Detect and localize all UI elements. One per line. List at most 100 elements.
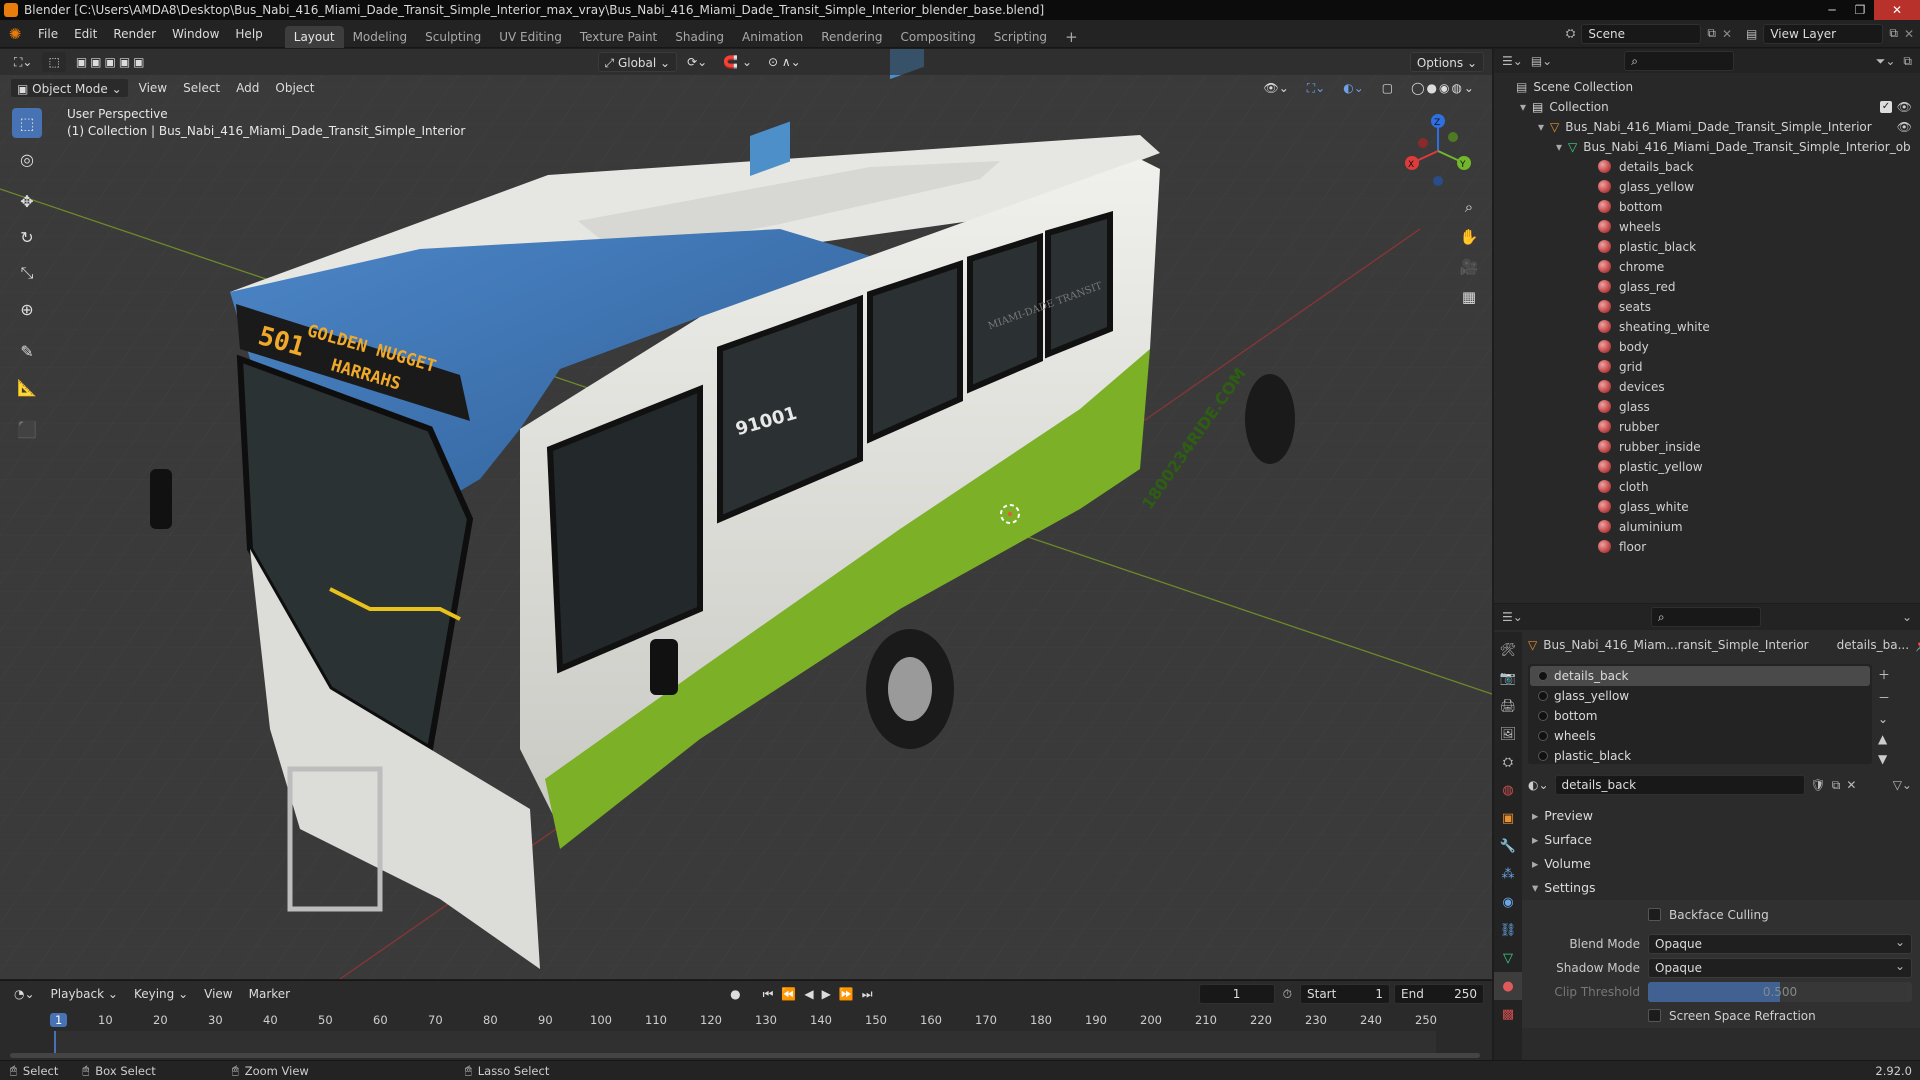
rotate-tool-icon[interactable]: ↻ (12, 222, 42, 252)
material-row[interactable]: seats (1494, 297, 1920, 317)
output-tab-icon[interactable]: 🖨 (1494, 692, 1522, 720)
data-tab-icon[interactable]: ▽ (1494, 944, 1522, 972)
properties-options-icon[interactable]: ⌄ (1902, 610, 1912, 624)
blend-mode-dropdown[interactable]: Opaque (1648, 933, 1912, 954)
material-row[interactable]: bottom (1494, 197, 1920, 217)
remove-scene-icon[interactable]: ✕ (1722, 27, 1732, 41)
scene-selector[interactable]: Scene (1581, 23, 1702, 44)
cursor-tool-icon[interactable]: ◎ (12, 144, 42, 174)
selection-mode-icons[interactable]: ▣▣▣▣▣ (70, 52, 154, 72)
add-workspace-button[interactable]: + (1056, 26, 1087, 48)
render-tab-icon[interactable]: 📷 (1494, 664, 1522, 692)
collection-visibility-icon[interactable]: 👁 (1897, 97, 1912, 117)
record-icon[interactable]: ● (730, 987, 740, 1001)
collection-checkbox[interactable]: ✓ (1880, 101, 1892, 113)
material-row[interactable]: sheating_white (1494, 317, 1920, 337)
start-frame-field[interactable]: Start 1 (1300, 984, 1390, 1004)
material-row[interactable]: rubber_inside (1494, 437, 1920, 457)
tab-texture-paint[interactable]: Texture Paint (571, 26, 666, 48)
outliner-editor-icon[interactable]: ☰⌄ (1502, 54, 1523, 68)
material-slot[interactable]: glass_yellow (1530, 686, 1870, 706)
material-row[interactable]: glass_yellow (1494, 177, 1920, 197)
view-menu[interactable]: View (133, 78, 173, 98)
browse-material-icon[interactable]: ◐⌄ (1528, 778, 1549, 792)
timeline-scrollbar[interactable] (10, 1053, 1480, 1058)
material-slot[interactable]: wheels (1530, 726, 1870, 746)
gizmo-toggle-icon[interactable]: ⛶⌄ (1301, 78, 1331, 98)
shading-mode-icons[interactable]: ◯●◉◍⌄ (1405, 78, 1482, 98)
pan-hand-icon[interactable]: ✋ (1455, 223, 1483, 251)
material-row[interactable]: wheels (1494, 217, 1920, 237)
marker-menu[interactable]: Marker (243, 984, 296, 1004)
volume-panel-header[interactable]: ▸ Volume (1522, 852, 1920, 876)
menu-help[interactable]: Help (227, 20, 270, 48)
tree-object[interactable]: ▾ ▽ Bus_Nabi_416_Miami_Dade_Transit_Simple… (1494, 117, 1920, 137)
material-row[interactable]: glass (1494, 397, 1920, 417)
view-layer-tab-icon[interactable]: 🖼 (1494, 720, 1522, 748)
move-slot-up-icon[interactable]: ▲ (1878, 732, 1890, 746)
tool-tab-icon[interactable]: 🛠 (1494, 636, 1522, 664)
display-mode-icon[interactable]: ▤⌄ (1531, 54, 1552, 68)
tab-compositing[interactable]: Compositing (891, 26, 984, 48)
add-cube-tool-icon[interactable]: ⬛ (12, 414, 42, 444)
tab-modeling[interactable]: Modeling (344, 26, 417, 48)
properties-editor-icon[interactable]: ☰⌄ (1502, 610, 1523, 624)
maximize-button[interactable]: ❐ (1846, 0, 1874, 20)
material-row[interactable]: floor (1494, 537, 1920, 557)
blender-menu-icon[interactable]: ✺ (0, 25, 30, 43)
clip-threshold-slider[interactable]: 0.500 (1648, 982, 1912, 1002)
object-visibility-icon[interactable]: 👁 (1897, 117, 1912, 137)
remove-slot-button[interactable]: － (1878, 689, 1890, 706)
close-button[interactable]: ✕ (1874, 0, 1920, 20)
world-tab-icon[interactable]: ◍ (1494, 776, 1522, 804)
menu-window[interactable]: Window (164, 20, 227, 48)
constraints-tab-icon[interactable]: ⛓ (1494, 916, 1522, 944)
backface-culling-checkbox[interactable]: Backface Culling (1522, 908, 1912, 932)
jump-start-icon[interactable]: ⏮ (763, 987, 774, 1002)
material-row[interactable]: glass_red (1494, 277, 1920, 297)
particles-tab-icon[interactable]: ⁂ (1494, 860, 1522, 888)
visibility-icon[interactable]: 👁⌄ (1257, 78, 1294, 98)
material-tab-icon[interactable]: ● (1494, 972, 1522, 1000)
minimize-button[interactable]: ─ (1818, 0, 1846, 20)
tree-mesh[interactable]: ▾ ▽ Bus_Nabi_416_Miami_Dade_Transit_Simple… (1494, 137, 1920, 157)
material-row[interactable]: devices (1494, 377, 1920, 397)
current-frame-field[interactable]: 1 (1198, 984, 1275, 1004)
material-slot[interactable]: plastic_black (1530, 746, 1870, 766)
fake-user-icon[interactable]: 🛡 (1811, 778, 1826, 792)
annotate-tool-icon[interactable]: ✎ (12, 336, 42, 366)
tab-shading[interactable]: Shading (666, 26, 733, 48)
jump-keyframe-back-icon[interactable]: ⏪ (781, 987, 796, 1001)
material-row[interactable]: plastic_black (1494, 237, 1920, 257)
xray-toggle-icon[interactable]: ▢ (1376, 78, 1399, 98)
tab-scripting[interactable]: Scripting (985, 26, 1056, 48)
camera-view-icon[interactable]: 🎥 (1455, 253, 1483, 281)
playback-menu[interactable]: Playback ⌄ (45, 984, 124, 1004)
material-name-field[interactable]: details_back (1554, 775, 1805, 795)
new-collection-icon[interactable]: ⧉ (1903, 54, 1912, 69)
properties-search-input[interactable]: ⌕ (1650, 607, 1761, 627)
3d-viewport[interactable]: 501 GOLDEN NUGGET HARRAHS 91001 MIAMI-DA… (0, 49, 1492, 979)
expand-icon[interactable]: ▾ (1520, 100, 1526, 114)
material-row[interactable]: grid (1494, 357, 1920, 377)
texture-tab-icon[interactable]: ▩ (1494, 1000, 1522, 1028)
editor-type-icon[interactable]: ⛶⌄ (8, 52, 38, 72)
scene-tab-icon[interactable]: ⛭ (1494, 748, 1522, 776)
keying-menu[interactable]: Keying ⌄ (128, 984, 194, 1004)
add-slot-button[interactable]: ＋ (1878, 666, 1890, 683)
snap-icon[interactable]: 🧲 ⌄ (717, 52, 758, 72)
object-menu[interactable]: Object (269, 78, 320, 98)
zoom-icon[interactable]: ⌕ (1455, 193, 1483, 221)
navigation-gizmo[interactable]: Z Y X (1398, 111, 1478, 191)
material-row[interactable]: aluminium (1494, 517, 1920, 537)
material-row[interactable]: details_back (1494, 157, 1920, 177)
timeline-editor-icon[interactable]: ◔⌄ (8, 984, 41, 1004)
material-link-icon[interactable]: ▽⌄ (1893, 778, 1912, 792)
menu-file[interactable]: File (30, 20, 66, 48)
material-row[interactable]: plastic_yellow (1494, 457, 1920, 477)
pivot-point-icon[interactable]: ⟳⌄ (681, 52, 713, 72)
expand-icon[interactable]: ▾ (1556, 140, 1562, 154)
select-mode-icon[interactable]: ⬚ (42, 52, 66, 72)
options-dropdown[interactable]: Options ⌄ (1409, 52, 1484, 72)
play-reverse-icon[interactable]: ◀ (804, 987, 813, 1001)
